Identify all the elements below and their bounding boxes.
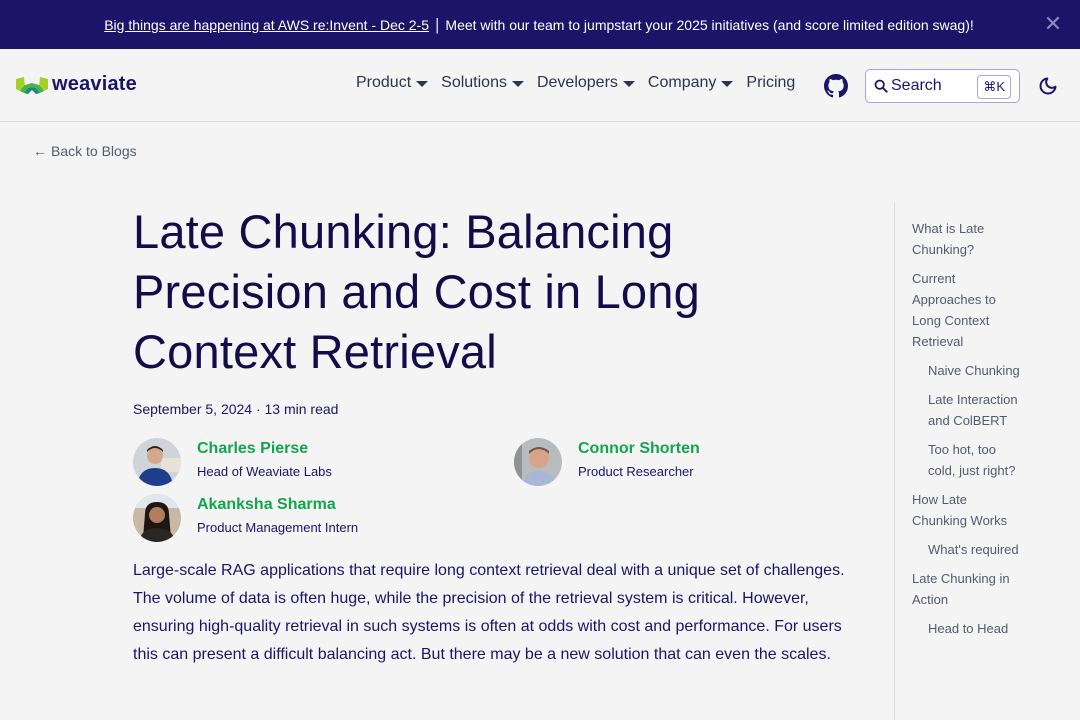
author-role: Head of Weaviate Labs	[197, 464, 332, 479]
nav-item-label: Developers	[536, 74, 618, 91]
logo[interactable]: weaviate	[16, 73, 137, 96]
nav-item-product[interactable]: Product	[356, 74, 429, 92]
caret-down-icon	[721, 81, 734, 87]
author-info: Akanksha Sharma Product Management Inter…	[197, 496, 358, 535]
moon-icon[interactable]	[1038, 76, 1058, 96]
search-icon	[874, 79, 888, 93]
announcement-bar: Big things are happening at AWS re:Inven…	[0, 0, 1080, 49]
nav-item-company[interactable]: Company	[647, 74, 734, 92]
main-nav: Product Solutions Developers Company Pri…	[356, 74, 808, 92]
toc-item[interactable]: Current Approaches to Long Context Retri…	[912, 268, 1022, 352]
announcement-message: Meet with our team to jumpstart your 202…	[445, 16, 974, 33]
back-link-label: Back to Blogs	[51, 143, 137, 159]
toc-item[interactable]: How Late Chunking Works	[912, 489, 1022, 531]
toc-subitem[interactable]: Too hot, too cold, just right?	[928, 439, 1022, 481]
navbar: weaviate Product Solutions Developers Co…	[0, 49, 1080, 122]
toc-subitem[interactable]: Naive Chunking	[928, 360, 1022, 381]
back-to-blogs-link[interactable]: ← Back to Blogs	[33, 143, 137, 159]
author-card: Connor Shorten Product Researcher	[514, 438, 700, 486]
nav-item-label: Product	[356, 74, 412, 91]
author-role: Product Researcher	[578, 464, 694, 479]
article-meta: September 5, 2024 · 13 min read	[133, 401, 339, 417]
nav-item-label: Company	[647, 74, 717, 91]
github-icon[interactable]	[824, 74, 848, 98]
arrow-left-icon: ←	[33, 143, 47, 159]
announcement-link[interactable]: Big things are happening at AWS re:Inven…	[104, 17, 429, 33]
search-shortcut: ⌘K	[977, 75, 1011, 99]
author-card: Akanksha Sharma Product Management Inter…	[133, 494, 358, 542]
nav-item-developers[interactable]: Developers	[537, 74, 635, 92]
toc-subitem[interactable]: What's required	[928, 539, 1022, 560]
author-avatar[interactable]	[133, 438, 181, 486]
toc-item[interactable]: What is Late Chunking?	[912, 218, 1022, 260]
toc-item[interactable]: Late Chunking in Action	[912, 568, 1022, 610]
search-button[interactable]: Search ⌘K	[865, 69, 1020, 103]
announcement-content: Big things are happening at AWS re:Inven…	[104, 14, 974, 34]
toc-subitem[interactable]: Head to Head	[928, 618, 1022, 639]
nav-item-solutions[interactable]: Solutions	[441, 74, 524, 92]
weaviate-logo-icon	[16, 76, 48, 94]
article-intro-paragraph: Large-scale RAG applications that requir…	[133, 562, 845, 663]
author-role: Product Management Intern	[197, 520, 359, 535]
nav-item-label: Pricing	[746, 74, 796, 91]
caret-down-icon	[622, 81, 635, 87]
caret-down-icon	[511, 81, 524, 87]
author-avatar[interactable]	[514, 438, 562, 486]
nav-item-pricing[interactable]: Pricing	[746, 74, 795, 92]
author-name[interactable]: Connor Shorten	[578, 440, 700, 458]
logo-wordmark: weaviate	[52, 73, 137, 95]
nav-item-label: Solutions	[441, 74, 507, 91]
announcement-separator: |	[435, 14, 440, 34]
article-title: Late Chunking: Balancing Precision and C…	[133, 205, 700, 378]
author-avatar[interactable]	[133, 494, 181, 542]
author-info: Charles Pierse Head of Weaviate Labs	[197, 440, 332, 479]
caret-down-icon	[416, 81, 429, 87]
author-name[interactable]: Charles Pierse	[197, 440, 332, 458]
table-of-contents: What is Late Chunking? Current Approache…	[894, 202, 1080, 720]
author-card: Charles Pierse Head of Weaviate Labs	[133, 438, 332, 486]
toc-subitem[interactable]: Late Interaction and ColBERT	[928, 389, 1022, 431]
author-name[interactable]: Akanksha Sharma	[197, 496, 358, 514]
close-icon[interactable]: ✕	[1042, 13, 1064, 35]
search-label: Search	[891, 77, 942, 94]
author-info: Connor Shorten Product Researcher	[578, 440, 700, 479]
